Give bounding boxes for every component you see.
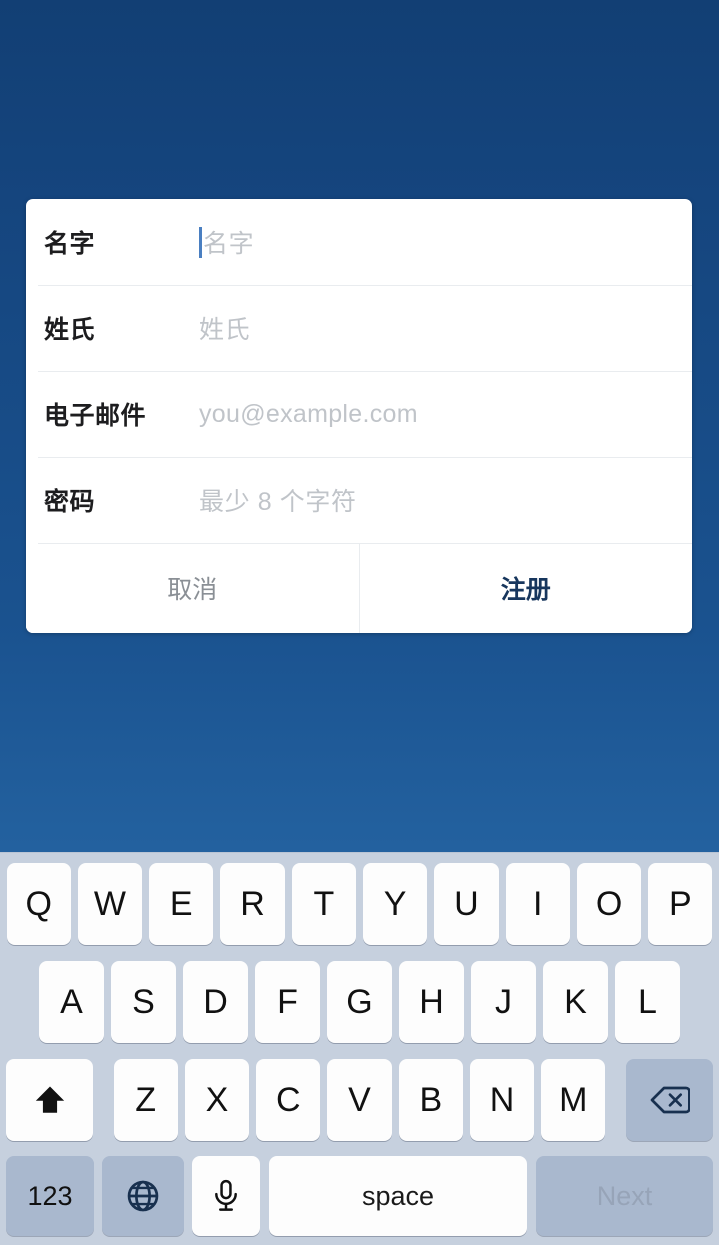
key-c[interactable]: C (256, 1059, 321, 1141)
key-x[interactable]: X (184, 1059, 250, 1141)
field-label-email: 电子邮件 (44, 402, 147, 430)
field-row-last-name[interactable]: 姓氏 姓氏 (26, 285, 692, 371)
key-k[interactable]: K (543, 961, 608, 1043)
field-row-email[interactable]: 电子邮件 you@example.com (26, 371, 692, 457)
key-p[interactable]: P (648, 863, 713, 945)
password-input[interactable]: 最少 8 个字符 (199, 457, 692, 543)
key-u[interactable]: U (434, 863, 499, 945)
keyboard-row-2: A S D F G H J K L (0, 957, 719, 1047)
key-l[interactable]: L (615, 961, 680, 1043)
text-caret (199, 226, 202, 258)
globe-icon[interactable] (102, 1156, 184, 1236)
numbers-key[interactable]: 123 (6, 1156, 94, 1236)
key-j[interactable]: J (471, 961, 536, 1043)
last-name-placeholder: 姓氏 (199, 316, 251, 344)
microphone-icon[interactable] (192, 1156, 260, 1236)
password-placeholder: 最少 8 个字符 (199, 488, 357, 516)
key-b[interactable]: B (398, 1059, 463, 1141)
first-name-input[interactable]: 名字 (199, 199, 692, 285)
key-d[interactable]: D (183, 961, 248, 1043)
first-name-placeholder: 名字 (203, 230, 255, 258)
dialog-actions: 取消 注册 (26, 543, 692, 633)
key-a[interactable]: A (39, 961, 104, 1043)
keyboard-row-1: Q W E R T Y U I O P (0, 859, 719, 949)
email-input[interactable]: you@example.com (199, 371, 692, 457)
key-s[interactable]: S (111, 961, 176, 1043)
key-h[interactable]: H (399, 961, 464, 1043)
key-g[interactable]: G (327, 961, 392, 1043)
key-i[interactable]: I (505, 863, 570, 945)
key-e[interactable]: E (149, 863, 214, 945)
email-placeholder: you@example.com (199, 399, 418, 428)
field-row-password[interactable]: 密码 最少 8 个字符 (26, 457, 692, 543)
key-y[interactable]: Y (363, 863, 428, 945)
key-m[interactable]: M (541, 1059, 606, 1141)
next-key[interactable]: Next (536, 1156, 713, 1236)
field-row-first-name[interactable]: 名字 名字 (26, 199, 692, 285)
phone-screen: 名字 名字 姓氏 姓氏 电子邮件 you@example.com 密码 最少 8… (0, 0, 719, 1245)
key-o[interactable]: O (576, 863, 642, 945)
key-t[interactable]: T (291, 863, 356, 945)
key-r[interactable]: R (220, 863, 285, 945)
signup-dialog: 名字 名字 姓氏 姓氏 电子邮件 you@example.com 密码 最少 8… (26, 199, 692, 633)
field-label-password: 密码 (44, 488, 96, 516)
key-q[interactable]: Q (6, 863, 71, 945)
last-name-input[interactable]: 姓氏 (199, 285, 692, 371)
key-v[interactable]: V (327, 1059, 392, 1141)
shift-key[interactable] (5, 1059, 94, 1141)
field-label-last-name: 姓氏 (44, 316, 96, 344)
field-label-first-name: 名字 (44, 230, 96, 258)
signup-button[interactable]: 注册 (358, 543, 692, 633)
key-z[interactable]: Z (113, 1059, 178, 1141)
keyboard-row-4: 123 space Next (0, 1153, 719, 1239)
onscreen-keyboard: Q W E R T Y U I O P A S D F G H J K L Z … (0, 852, 719, 1245)
key-w[interactable]: W (77, 863, 143, 945)
key-f[interactable]: F (255, 961, 320, 1043)
space-key[interactable]: space (269, 1156, 527, 1236)
backspace-key[interactable] (625, 1059, 714, 1141)
key-n[interactable]: N (469, 1059, 535, 1141)
cancel-button[interactable]: 取消 (26, 543, 359, 633)
keyboard-row-3: Z X C V B N M (0, 1055, 719, 1145)
